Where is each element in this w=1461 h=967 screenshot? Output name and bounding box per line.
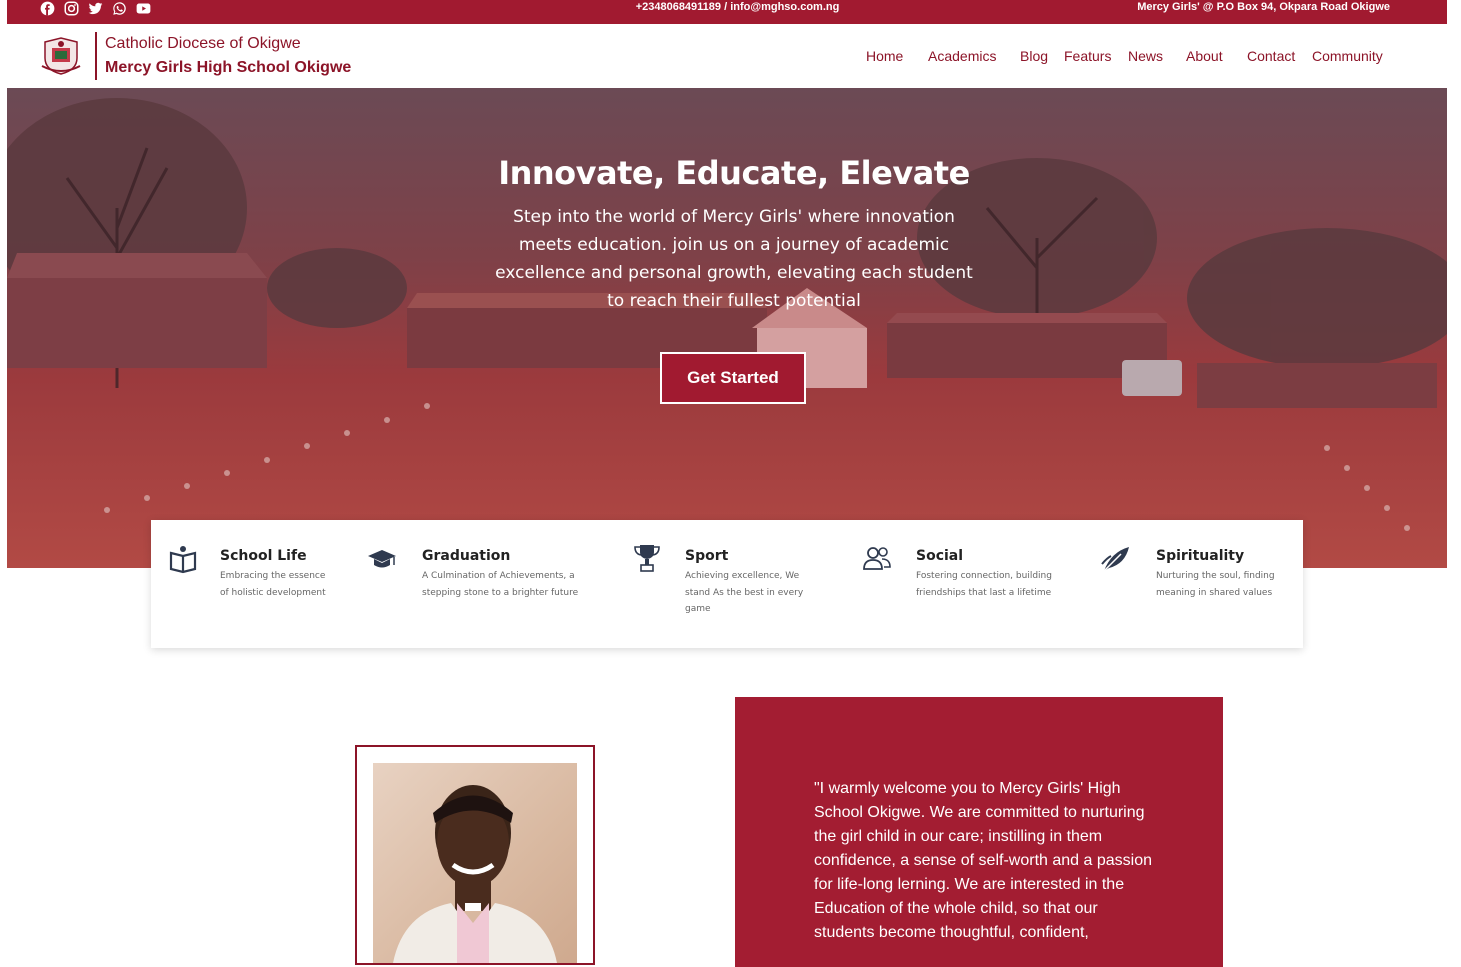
feature-desc: Fostering connection, building friendshi… bbox=[916, 571, 1052, 598]
feature-desc: Nurturing the soul, finding meaning in s… bbox=[1156, 571, 1275, 598]
trophy-icon bbox=[632, 544, 662, 574]
book-icon bbox=[168, 544, 198, 574]
nav-contact[interactable]: Contact bbox=[1247, 48, 1295, 64]
nav-news[interactable]: News bbox=[1128, 48, 1163, 64]
feature-desc: Embracing the essence of holistic develo… bbox=[220, 571, 326, 598]
nav-about[interactable]: About bbox=[1186, 48, 1223, 64]
nav-blog[interactable]: Blog bbox=[1020, 48, 1048, 64]
people-icon bbox=[862, 544, 892, 574]
nav-home[interactable]: Home bbox=[866, 48, 903, 64]
welcome-message-box: "I warmly welcome you to Mercy Girls' Hi… bbox=[735, 697, 1223, 967]
header-divider bbox=[95, 32, 97, 80]
get-started-button[interactable]: Get Started bbox=[660, 352, 806, 404]
site-header: Catholic Diocese of Okigwe Mercy Girls H… bbox=[7, 24, 1447, 88]
nav-academics[interactable]: Academics bbox=[928, 48, 996, 64]
features-card: School Life Embracing the essence of hol… bbox=[151, 520, 1303, 648]
feature-title: Spirituality bbox=[1156, 548, 1245, 564]
feature-title: Graduation bbox=[422, 548, 511, 564]
feature-title: Sport bbox=[685, 548, 729, 564]
school-crest-logo[interactable] bbox=[40, 36, 82, 76]
diocese-name: Catholic Diocese of Okigwe bbox=[105, 35, 301, 52]
feature-desc: A Culmination of Achievements, a steppin… bbox=[422, 571, 579, 598]
feature-title: School Life bbox=[220, 548, 307, 564]
principal-portrait-frame bbox=[355, 745, 595, 965]
hero-title: Innovate, Educate, Elevate bbox=[498, 154, 970, 192]
nav-featurs[interactable]: Featurs bbox=[1064, 48, 1111, 64]
nav-community[interactable]: Community bbox=[1312, 48, 1383, 64]
hero-banner: Innovate, Educate, Elevate Step into the… bbox=[7, 88, 1447, 568]
hero-subtitle: Step into the world of Mercy Girls' wher… bbox=[495, 207, 973, 311]
feature-desc: Achieving excellence, We stand As the be… bbox=[685, 571, 804, 614]
feature-title: Social bbox=[916, 548, 964, 564]
graduation-cap-icon bbox=[367, 544, 397, 574]
welcome-quote: "I warmly welcome you to Mercy Girls' Hi… bbox=[814, 780, 1152, 941]
school-name[interactable]: Mercy Girls High School Okigwe bbox=[105, 59, 351, 77]
feather-icon bbox=[1101, 544, 1131, 574]
address-info: Mercy Girls' @ P.O Box 94, Okpara Road O… bbox=[1137, 1, 1390, 13]
top-bar: +2348068491189 / info@mghso.com.ng Mercy… bbox=[7, 0, 1447, 24]
principal-photo bbox=[373, 763, 577, 963]
